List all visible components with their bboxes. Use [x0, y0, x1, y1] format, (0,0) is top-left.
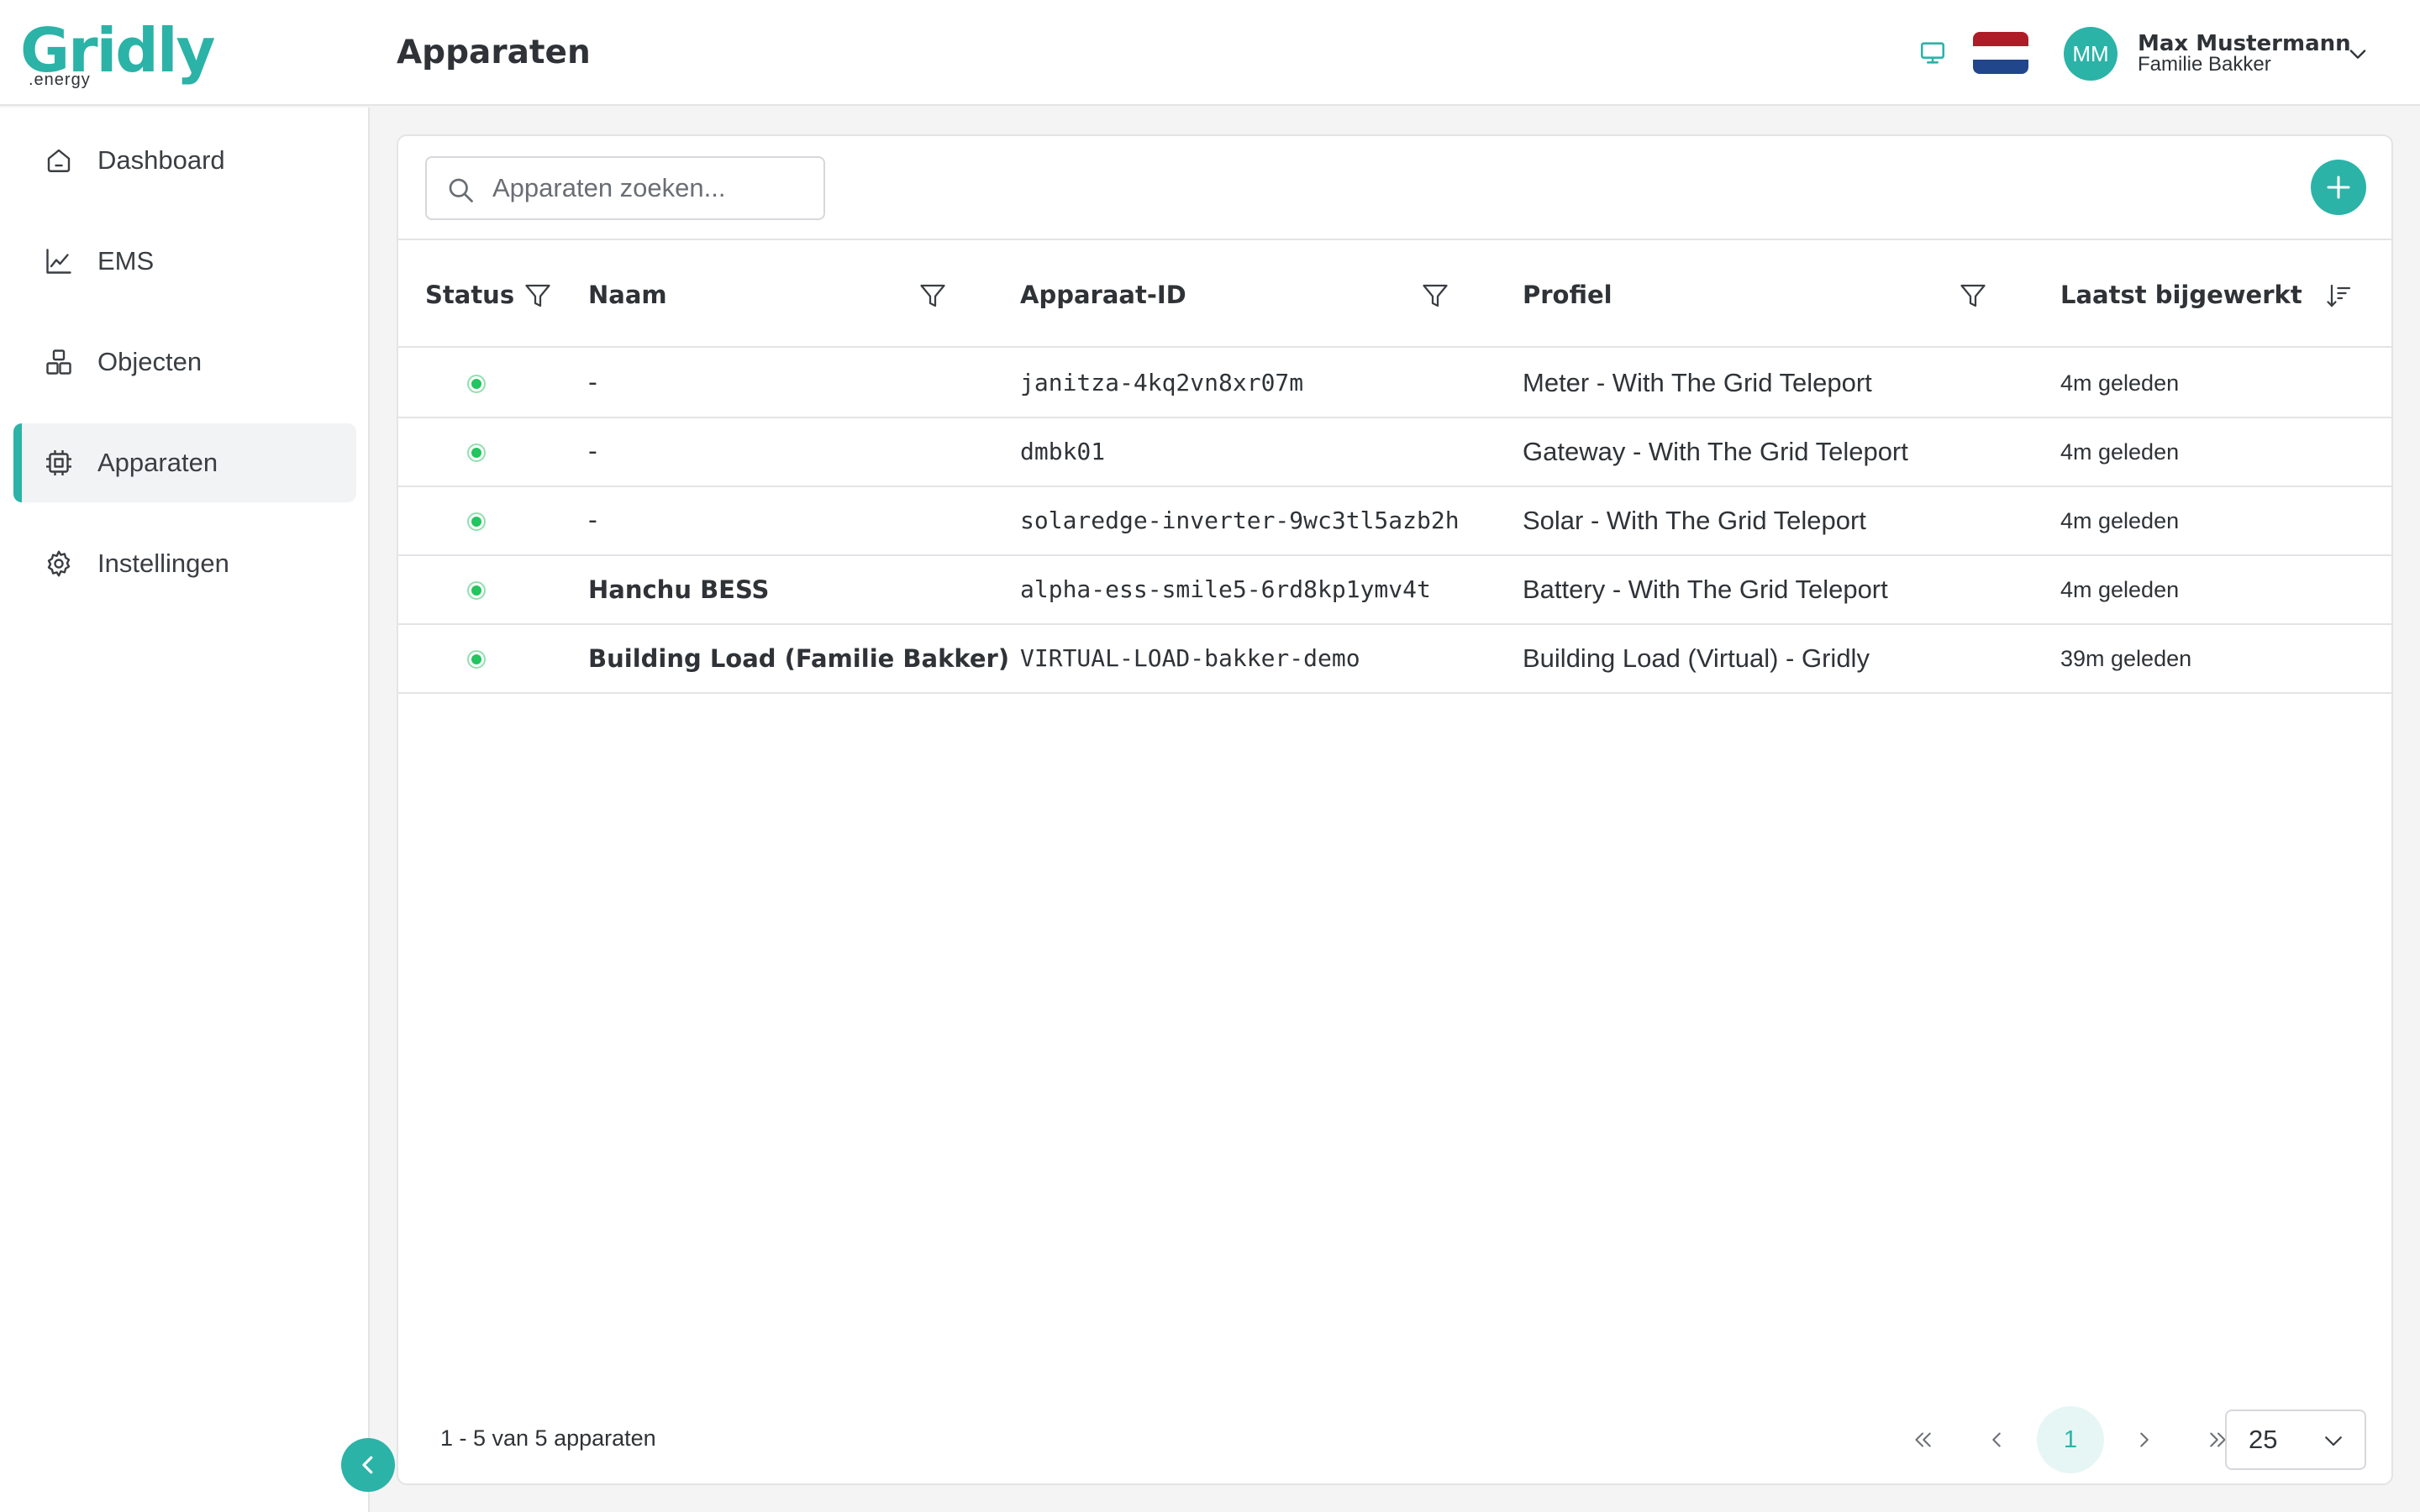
device-name: Hanchu BESS	[588, 575, 770, 604]
chevron-down-icon	[2325, 1436, 2342, 1446]
page-number-button[interactable]: 1	[2037, 1406, 2104, 1473]
device-id: solaredge-inverter-9wc3tl5azb2h	[1020, 507, 1460, 534]
column-header-status[interactable]: Status	[425, 242, 514, 348]
sidebar-item-label: Dashboard	[97, 145, 225, 175]
page-title: Apparaten	[397, 34, 591, 71]
chip-icon	[46, 450, 71, 475]
sidebar: Dashboard EMS Objecten Apparaten Instell…	[0, 108, 370, 1512]
device-name: Building Load (Familie Bakker)	[588, 644, 1010, 673]
chevron-left-icon	[362, 1456, 373, 1474]
previous-page-button[interactable]	[1963, 1406, 2030, 1473]
add-device-button[interactable]	[2311, 160, 2366, 215]
device-profile: Solar - With The Grid Teleport	[1523, 506, 1866, 535]
boxes-icon	[46, 349, 71, 375]
column-header-last-updated[interactable]: Laatst bijgewerkt	[2060, 242, 2302, 348]
home-icon	[47, 149, 71, 172]
table-row[interactable]: - solaredge-inverter-9wc3tl5azb2h Solar …	[398, 487, 2391, 556]
page-size-select[interactable]: 25	[2225, 1410, 2366, 1470]
last-updated: 4m geleden	[2060, 370, 2180, 396]
sidebar-item-label: EMS	[97, 246, 155, 276]
table-row[interactable]: Building Load (Familie Bakker) VIRTUAL-L…	[398, 625, 2391, 694]
gear-icon	[47, 550, 71, 577]
last-updated: 4m geleden	[2060, 508, 2180, 533]
sidebar-item-apparaten[interactable]: Apparaten	[13, 423, 356, 502]
sidebar-collapse-button[interactable]	[341, 1438, 395, 1492]
filter-icon[interactable]	[1958, 281, 1988, 311]
table-row[interactable]: - dmbk01 Gateway - With The Grid Telepor…	[398, 418, 2391, 487]
device-name: -	[588, 506, 597, 535]
top-header: Gridly .energy Apparaten MM Max Musterma…	[0, 0, 2420, 106]
device-id: dmbk01	[1020, 438, 1106, 465]
status-online-indicator	[467, 375, 486, 393]
device-id: VIRTUAL-LOAD-bakker-demo	[1020, 644, 1360, 672]
filter-icon[interactable]	[918, 281, 948, 311]
page-size-value: 25	[2249, 1425, 2278, 1454]
table-toolbar	[398, 136, 2391, 240]
status-online-indicator	[467, 581, 486, 600]
device-profile: Building Load (Virtual) - Gridly	[1523, 643, 1870, 673]
sidebar-item-label: Apparaten	[97, 448, 218, 477]
device-profile: Battery - With The Grid Teleport	[1523, 575, 1888, 604]
column-header-profile[interactable]: Profiel	[1523, 242, 1612, 348]
device-profile: Meter - With The Grid Teleport	[1523, 368, 1872, 397]
last-updated: 4m geleden	[2060, 439, 2180, 465]
status-online-indicator	[467, 444, 486, 462]
first-page-button[interactable]	[1889, 1406, 1956, 1473]
sidebar-item-dashboard[interactable]: Dashboard	[13, 121, 356, 200]
filter-icon[interactable]	[1420, 281, 1450, 311]
device-id: alpha-ess-smile5-6rd8kp1ymv4t	[1020, 575, 1431, 603]
table-row[interactable]: Hanchu BESS alpha-ess-smile5-6rd8kp1ymv4…	[398, 556, 2391, 625]
sidebar-item-ems[interactable]: EMS	[13, 222, 356, 301]
devices-card: Status Naam Apparaat-ID Profiel Laatst b…	[397, 134, 2393, 1485]
status-online-indicator	[467, 650, 486, 669]
sidebar-item-label: Instellingen	[97, 549, 229, 578]
sidebar-item-label: Objecten	[97, 347, 203, 376]
user-organization: Familie Bakker	[2138, 53, 2271, 76]
filter-icon[interactable]	[523, 281, 553, 311]
search-box[interactable]	[425, 156, 825, 220]
table-header: Status Naam Apparaat-ID Profiel Laatst b…	[398, 242, 2391, 348]
chevron-left-icon	[1992, 1432, 2001, 1447]
device-profile: Gateway - With The Grid Teleport	[1523, 437, 1908, 466]
next-page-button[interactable]	[2111, 1406, 2178, 1473]
device-name: -	[588, 368, 597, 397]
nl-flag-icon[interactable]	[1973, 32, 2028, 74]
device-name: -	[588, 437, 597, 466]
chevron-right-icon	[2140, 1432, 2149, 1447]
sidebar-item-objecten[interactable]: Objecten	[13, 323, 356, 402]
column-header-device-id[interactable]: Apparaat-ID	[1020, 242, 1186, 348]
chart-line-icon	[46, 249, 71, 274]
search-input[interactable]	[492, 158, 812, 218]
sort-descending-icon[interactable]	[2324, 281, 2354, 311]
table-row[interactable]: - janitza-4kq2vn8xr07m Meter - With The …	[398, 349, 2391, 418]
gridly-logo[interactable]: Gridly .energy	[20, 15, 222, 92]
logo-subtext: .energy	[29, 71, 91, 89]
last-updated: 4m geleden	[2060, 577, 2180, 602]
chevrons-left-icon	[1915, 1432, 1931, 1447]
avatar[interactable]: MM	[2064, 27, 2118, 81]
monitor-icon[interactable]	[1918, 39, 1947, 67]
device-id: janitza-4kq2vn8xr07m	[1020, 369, 1304, 396]
column-header-name[interactable]: Naam	[588, 242, 667, 348]
search-icon	[449, 178, 473, 202]
sidebar-item-instellingen[interactable]: Instellingen	[13, 524, 356, 603]
status-online-indicator	[467, 512, 486, 531]
last-updated: 39m geleden	[2060, 646, 2192, 671]
chevron-down-icon[interactable]	[2346, 42, 2370, 66]
pagination-summary: 1 - 5 van 5 apparaten	[440, 1425, 656, 1451]
plus-icon	[2327, 176, 2350, 199]
